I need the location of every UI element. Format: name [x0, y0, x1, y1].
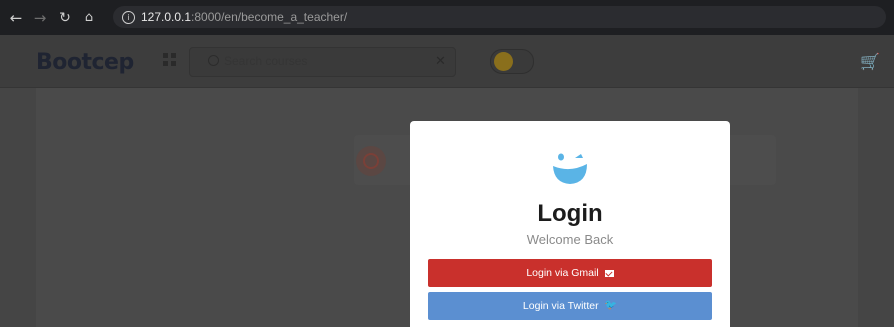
search-input[interactable]: Search courses ✕ — [189, 47, 456, 77]
browser-toolbar: ← → ↻ ⌂ i 127.0.0.1 :8000/en/become_a_te… — [0, 0, 894, 35]
modal-title: Login — [537, 200, 603, 227]
close-icon[interactable]: ✕ — [435, 53, 446, 69]
url-host: 127.0.0.1 — [141, 10, 192, 24]
cart-icon[interactable]: 🛒 — [860, 52, 880, 71]
login-gmail-button[interactable]: Login via Gmail — [428, 259, 712, 287]
login-gmail-label: Login via Gmail — [526, 267, 599, 279]
background-ring-icon — [363, 153, 379, 169]
address-bar[interactable]: i 127.0.0.1 :8000/en/become_a_teacher/ — [113, 6, 886, 28]
modal-subtitle: Welcome Back — [526, 232, 614, 247]
search-icon — [208, 55, 219, 66]
toggle-knob — [494, 52, 513, 71]
grid-icon[interactable] — [163, 53, 177, 67]
mail-icon — [604, 269, 614, 277]
home-icon[interactable]: ⌂ — [78, 10, 100, 25]
info-icon[interactable]: i — [122, 10, 135, 24]
smiley-logo-icon — [553, 153, 587, 184]
theme-toggle[interactable] — [490, 49, 534, 74]
site-logo[interactable]: Bootcep — [36, 50, 134, 75]
back-icon[interactable]: ← — [5, 9, 27, 27]
twitter-icon: 🐦 — [604, 300, 618, 311]
login-modal: Login Welcome Back Login via Gmail Login… — [410, 121, 730, 327]
url-path: :8000/en/become_a_teacher/ — [191, 10, 348, 24]
login-twitter-button[interactable]: Login via Twitter 🐦 — [428, 292, 712, 320]
site-header: Bootcep Search courses ✕ 🛒 — [0, 35, 894, 88]
search-placeholder: Search courses — [224, 54, 308, 68]
reload-icon[interactable]: ↻ — [54, 10, 76, 26]
login-twitter-label: Login via Twitter — [522, 300, 599, 312]
forward-icon[interactable]: → — [29, 9, 51, 27]
